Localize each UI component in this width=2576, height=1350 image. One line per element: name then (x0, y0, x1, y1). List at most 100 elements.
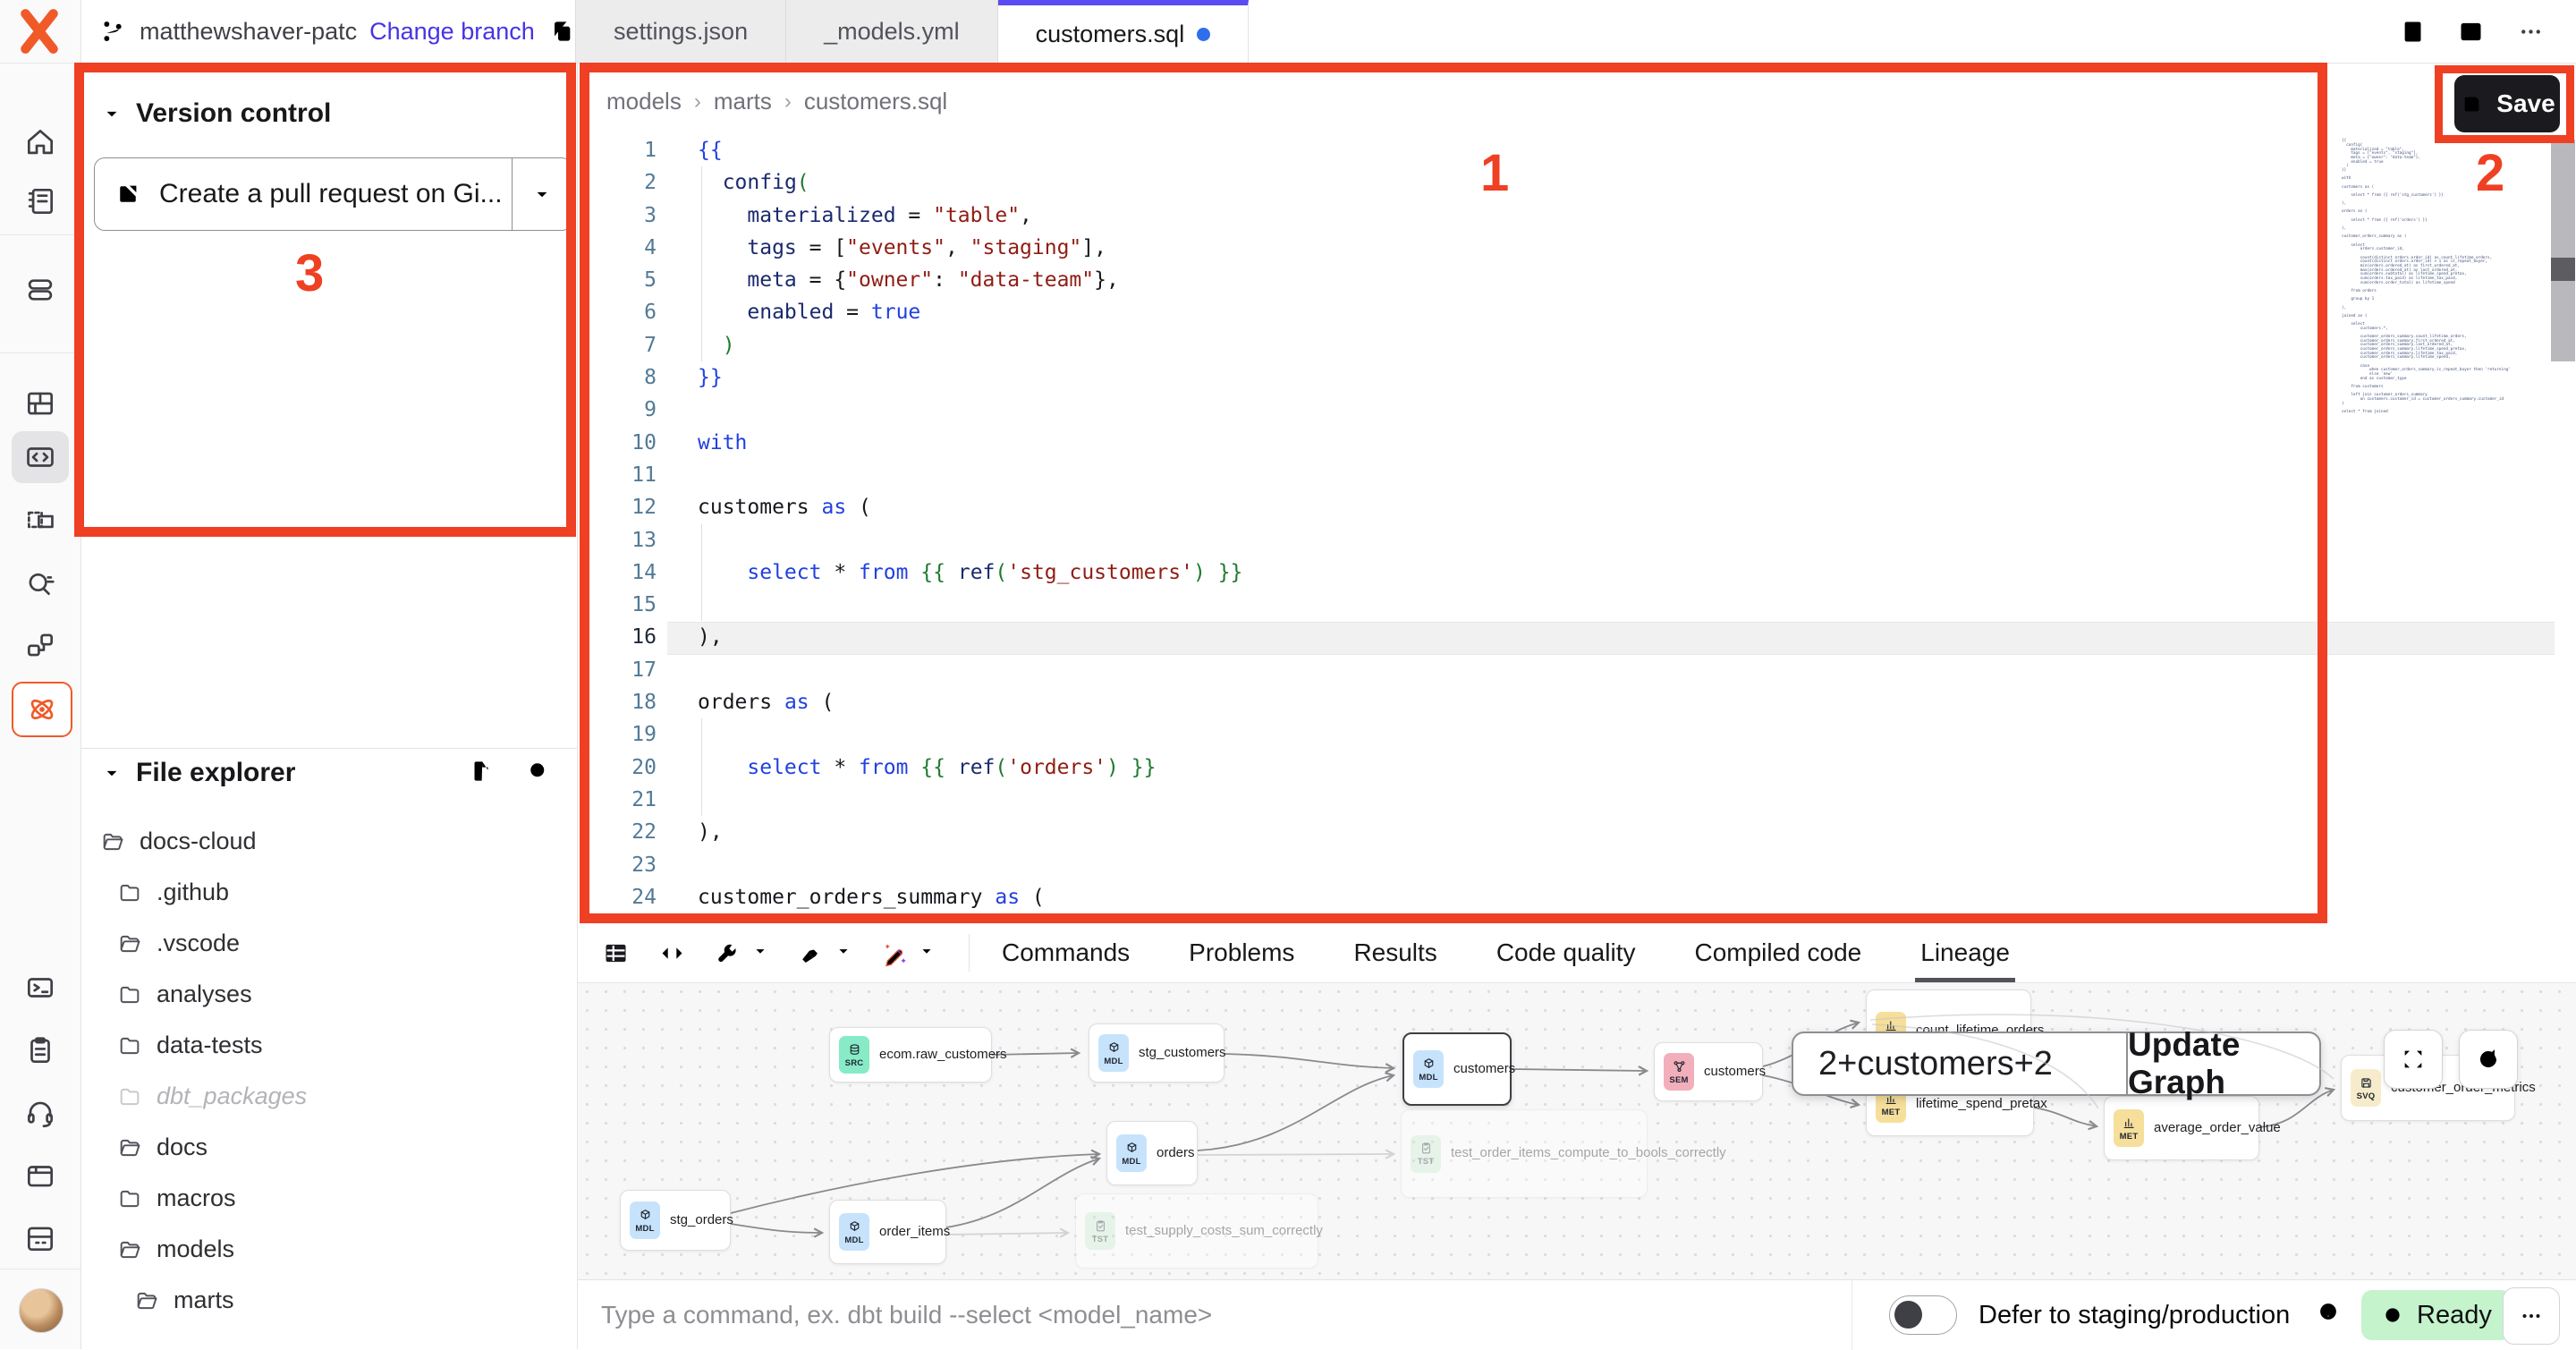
minimap[interactable]: {{ config( materialized = "table", tags … (2342, 140, 2503, 414)
rail-item-atom[interactable] (12, 682, 72, 737)
chevron-down-icon[interactable] (750, 941, 770, 961)
lineage-node-test-order-items[interactable]: TST test_order_items_compute_to_bools_co… (1401, 1109, 1648, 1198)
lineage-node-customers-model[interactable]: MDL customers (1402, 1032, 1512, 1106)
rail-item-searchcode[interactable] (12, 556, 69, 608)
file-tree-item-models[interactable]: models (80, 1224, 577, 1275)
results-table-icon[interactable] (601, 938, 631, 968)
lineage-node-average-order-value[interactable]: MET average_order_value (2104, 1096, 2259, 1160)
panel-tab-lineage[interactable]: Lineage (1920, 923, 2010, 982)
tst-glyph-icon (1093, 1218, 1108, 1234)
rail-item-home[interactable] (12, 116, 69, 168)
build-tools-wrench-icon[interactable] (714, 938, 743, 968)
status-text: Ready (2417, 1301, 2492, 1330)
lineage-selector-panel[interactable]: 2+customers+2 Update Graph (1792, 1032, 2321, 1096)
user-avatar[interactable] (19, 1288, 64, 1333)
scrollbar-thumb[interactable] (2551, 258, 2575, 281)
more-options-button[interactable] (2503, 1287, 2560, 1345)
panel-tab-commands[interactable]: Commands (1002, 923, 1130, 982)
rail-item-head[interactable] (12, 1087, 69, 1139)
refresh-graph-button[interactable] (2459, 1030, 2518, 1089)
rail-item-term[interactable] (12, 962, 69, 1014)
breadcrumb-item[interactable]: marts (714, 88, 772, 115)
code-line (698, 654, 1242, 686)
rail-item-book[interactable] (12, 175, 69, 227)
rail-item-link[interactable] (12, 619, 69, 671)
ai-wand-icon[interactable] (880, 938, 910, 968)
file-tree-item-.github[interactable]: .github (80, 867, 577, 918)
copy-icon[interactable] (547, 17, 576, 46)
breadcrumb-item[interactable]: customers.sql (804, 88, 947, 115)
split-editor-icon[interactable] (2456, 17, 2486, 47)
chevron-down-icon[interactable] (834, 941, 853, 961)
fullscreen-button[interactable] (2384, 1030, 2443, 1089)
breadcrumb-item[interactable]: models (606, 88, 682, 115)
dbt-logo-icon (14, 7, 64, 55)
code-line: select * from {{ ref('stg_customers') }} (698, 556, 1242, 589)
rail-item-clip[interactable] (12, 1024, 69, 1076)
node-label: average_order_value (2154, 1120, 2281, 1137)
lineage-node-customers-semantic[interactable]: SEM customers (1654, 1042, 1763, 1101)
node-label: stg_customers (1139, 1045, 1226, 1062)
command-input[interactable]: Type a command, ex. dbt build --select <… (601, 1280, 1212, 1350)
search-files-icon[interactable] (525, 758, 552, 785)
breadcrumb-separator: › (694, 89, 701, 115)
panel-tab-problems[interactable]: Problems (1189, 923, 1294, 982)
lineage-query-input[interactable]: 2+customers+2 (1793, 1033, 2126, 1094)
file-tree-item-.vscode[interactable]: .vscode (80, 918, 577, 969)
editor-scrollbar[interactable] (2551, 140, 2575, 361)
lineage-node-stg-customers[interactable]: MDL stg_customers (1089, 1023, 1224, 1083)
cal-icon (23, 1221, 57, 1255)
rail-item-cal[interactable] (12, 1212, 69, 1264)
save-button[interactable]: Save (2454, 75, 2560, 132)
file-tree-item-docs-cloud[interactable]: docs-cloud (80, 816, 577, 867)
file-tree-item-dbt_packages[interactable]: dbt_packages (80, 1071, 577, 1122)
file-explorer-header[interactable]: File explorer (100, 758, 295, 788)
lineage-node-orders-model[interactable]: MDL orders (1106, 1121, 1198, 1185)
defer-toggle[interactable] (1889, 1295, 1957, 1335)
help-question-icon[interactable] (2317, 1300, 2340, 1328)
lineage-node-test-supply-costs[interactable]: TST test_supply_costs_sum_correctly (1075, 1193, 1318, 1269)
code-view-icon[interactable] (657, 938, 687, 968)
new-file-icon[interactable] (468, 758, 495, 785)
panel-tab-code-quality[interactable]: Code quality (1496, 923, 1636, 982)
pull-request-dropdown-caret[interactable] (512, 158, 572, 230)
lineage-node-order-items[interactable]: MDL order_items (829, 1200, 946, 1264)
branch-name: matthewshaver-patc (140, 18, 357, 46)
rail-item-db[interactable] (12, 264, 69, 316)
rail-item-code[interactable] (12, 431, 69, 483)
journal-icon[interactable] (2396, 17, 2426, 47)
rail-item-grid[interactable] (12, 378, 69, 429)
file-tree-item-data-tests[interactable]: data-tests (80, 1020, 577, 1071)
cleanup-broom-icon[interactable] (797, 938, 826, 968)
panel-tab-results[interactable]: Results (1353, 923, 1436, 982)
lineage-node-ecom-raw-customers[interactable]: SRC ecom.raw_customers (829, 1027, 992, 1083)
new-tab-plus-icon[interactable] (2336, 17, 2366, 47)
rail-item-frames[interactable] (12, 494, 69, 546)
tab-customers.sql[interactable]: customers.sql (998, 0, 1250, 63)
book-icon (23, 184, 57, 218)
code-line (698, 849, 1242, 881)
lineage-canvas[interactable]: SRC ecom.raw_customers MDL stg_customers… (578, 982, 2576, 1279)
version-control-header[interactable]: Version control (100, 98, 331, 129)
unsaved-dot (1197, 28, 1210, 41)
overflow-menu-icon[interactable] (2516, 17, 2546, 47)
chevron-down-icon[interactable] (917, 941, 936, 961)
panel-tab-compiled-code[interactable]: Compiled code (1694, 923, 1861, 982)
status-badge[interactable]: Ready (2361, 1290, 2512, 1340)
tab-settings.json[interactable]: settings.json (575, 0, 786, 63)
rail-item-browser[interactable] (12, 1150, 69, 1201)
file-tree-item-marts[interactable]: marts (80, 1275, 577, 1326)
home-icon (23, 125, 57, 159)
file-tree-item-docs[interactable]: docs (80, 1122, 577, 1173)
tab-_models.yml[interactable]: _models.yml (786, 0, 998, 63)
node-label: test_supply_costs_sum_correctly (1125, 1223, 1323, 1240)
lineage-node-stg-orders[interactable]: MDL stg_orders (620, 1190, 731, 1251)
update-graph-button[interactable]: Update Graph (2128, 1033, 2319, 1094)
file-tree-item-analyses[interactable]: analyses (80, 969, 577, 1020)
change-branch-link[interactable]: Change branch (369, 18, 535, 46)
file-tree-item-macros[interactable]: macros (80, 1173, 577, 1224)
create-pull-request-button[interactable]: Create a pull request on Gi... (94, 157, 572, 231)
db-icon (23, 273, 57, 307)
code-text[interactable]: {{ config( materialized = "table", tags … (698, 134, 1242, 913)
code-editor[interactable]: models›marts›customers.sql 1234567891011… (578, 63, 2576, 923)
